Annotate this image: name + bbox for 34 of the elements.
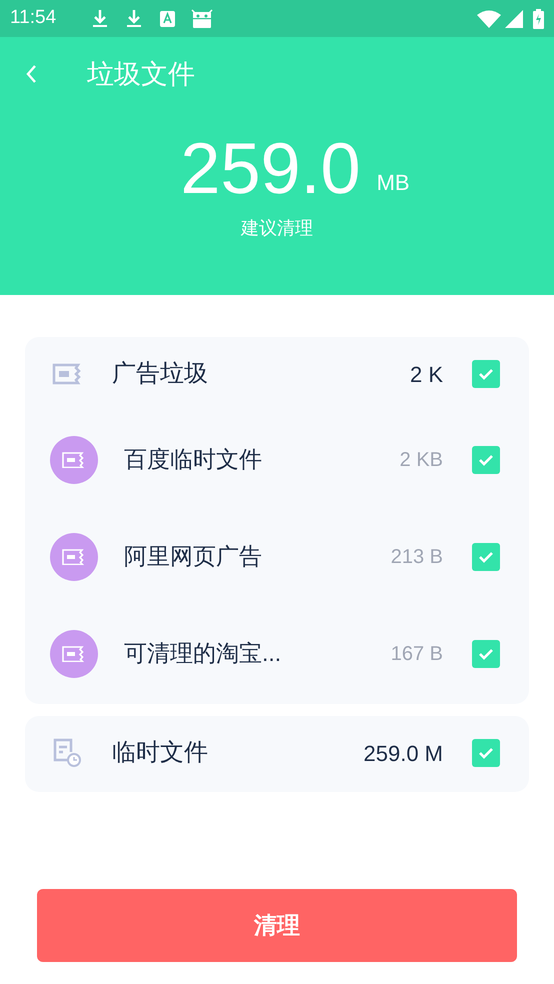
item-label: 阿里网页广告 bbox=[124, 542, 263, 572]
app-icon bbox=[160, 10, 175, 26]
ad-avatar-icon bbox=[50, 436, 98, 484]
item-size: 2 KB bbox=[400, 448, 443, 472]
junk-size: 259.0 bbox=[180, 129, 361, 209]
status-time: 11:54 bbox=[10, 6, 58, 30]
item-size: 167 B bbox=[390, 642, 443, 666]
checkbox[interactable] bbox=[472, 640, 500, 668]
ad-ticket-icon bbox=[52, 363, 82, 385]
checkbox[interactable] bbox=[472, 542, 500, 570]
checkbox[interactable] bbox=[472, 360, 500, 388]
suggestion-text: 建议清理 bbox=[241, 217, 313, 240]
back-icon[interactable] bbox=[24, 63, 38, 85]
category-label: 广告垃圾 bbox=[112, 359, 209, 389]
wifi-icon bbox=[477, 10, 501, 28]
download-icon bbox=[92, 8, 108, 28]
signal-icon bbox=[505, 10, 523, 28]
download-icon bbox=[126, 8, 142, 28]
ad-avatar-icon bbox=[50, 630, 98, 678]
document-clock-icon bbox=[52, 738, 82, 768]
item-label: 百度临时文件 bbox=[124, 445, 263, 474]
android-icon bbox=[191, 8, 213, 28]
size-unit: MB bbox=[376, 169, 410, 197]
checkbox[interactable] bbox=[472, 446, 500, 474]
category-label: 临时文件 bbox=[112, 738, 209, 768]
battery-icon bbox=[533, 8, 544, 28]
clean-button[interactable]: 清理 bbox=[37, 889, 517, 962]
category-size: 259.0 M bbox=[364, 740, 443, 768]
item-label: 可清理的淘宝... bbox=[124, 639, 282, 668]
category-size: 2 K bbox=[410, 360, 443, 388]
checkbox[interactable] bbox=[472, 739, 500, 767]
ad-avatar-icon bbox=[50, 532, 98, 580]
page-title: 垃圾文件 bbox=[87, 58, 195, 91]
item-size: 213 B bbox=[390, 544, 443, 570]
